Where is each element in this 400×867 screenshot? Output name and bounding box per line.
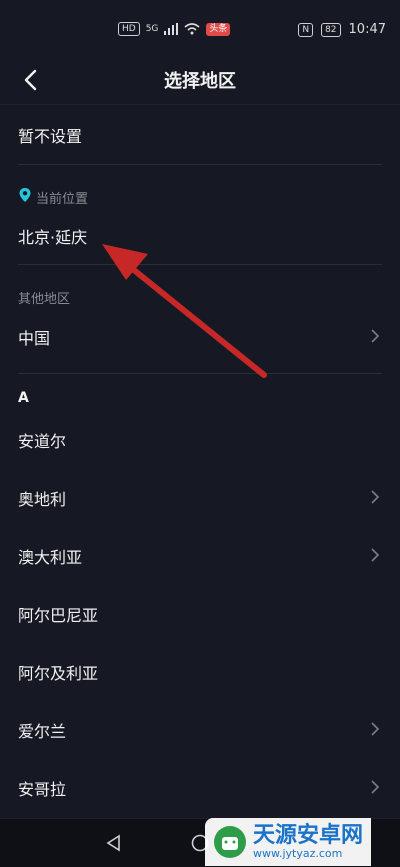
page-title: 选择地区 bbox=[164, 71, 236, 92]
chevron-left-icon bbox=[24, 69, 37, 91]
country-item[interactable]: 安道尔 bbox=[0, 411, 400, 469]
back-button[interactable] bbox=[12, 62, 48, 98]
region-item-china[interactable]: 中国 bbox=[0, 308, 400, 366]
current-location-heading: 当前位置 bbox=[36, 192, 89, 207]
app-notification-badge: 头条 bbox=[206, 22, 231, 36]
chevron-right-icon bbox=[371, 722, 380, 736]
header: 选择地区 bbox=[0, 56, 400, 105]
country-label: 安哥拉 bbox=[18, 780, 67, 799]
country-label: 爱尔兰 bbox=[18, 722, 67, 741]
divider bbox=[18, 264, 382, 265]
chevron-right-icon bbox=[371, 329, 380, 343]
current-location-value: 北京·延庆 bbox=[18, 228, 88, 247]
chevron-right-icon bbox=[371, 490, 380, 504]
country-label: 安道尔 bbox=[18, 432, 67, 451]
country-label: 奥地利 bbox=[18, 490, 67, 509]
country-label: 阿尔巴尼亚 bbox=[18, 606, 99, 625]
current-location-item[interactable]: 北京·延庆 bbox=[0, 207, 400, 265]
status-bar: HD 5G 头条 N 82 10:47 bbox=[0, 0, 400, 56]
time: 10:47 bbox=[348, 22, 386, 37]
chevron-right-icon bbox=[371, 780, 380, 794]
network-type: 5G bbox=[145, 24, 159, 34]
battery-indicator: 82 bbox=[321, 22, 341, 37]
back-triangle-icon[interactable] bbox=[104, 833, 124, 853]
country-item[interactable]: 安哥拉 bbox=[0, 759, 400, 817]
country-label: 阿尔及利亚 bbox=[18, 664, 99, 683]
watermark-url: www.jytyaz.com bbox=[253, 847, 343, 861]
no-setting-label: 暂不设置 bbox=[18, 127, 83, 146]
other-regions-heading: 其他地区 bbox=[18, 292, 71, 307]
android-logo-icon bbox=[214, 826, 246, 858]
country-item[interactable]: 爱尔兰 bbox=[0, 701, 400, 759]
status-right: N 82 10:47 bbox=[298, 22, 386, 37]
nfc-icon: N bbox=[298, 22, 314, 37]
signal-icon bbox=[164, 23, 179, 35]
status-left: HD 5G 头条 bbox=[118, 22, 231, 36]
alpha-index-a: A bbox=[18, 390, 29, 406]
chevron-right-icon bbox=[371, 548, 380, 562]
country-label: 澳大利亚 bbox=[18, 548, 83, 567]
wifi-icon bbox=[184, 23, 200, 35]
divider bbox=[18, 164, 382, 165]
divider bbox=[18, 373, 382, 374]
region-label: 中国 bbox=[18, 329, 51, 348]
hd-indicator: HD bbox=[118, 22, 140, 36]
country-item[interactable]: 澳大利亚 bbox=[0, 527, 400, 585]
country-item[interactable]: 奥地利 bbox=[0, 469, 400, 527]
watermark-title: 天源安卓网 bbox=[253, 822, 364, 848]
country-item[interactable]: 阿尔巴尼亚 bbox=[0, 585, 400, 643]
country-item[interactable]: 阿尔及利亚 bbox=[0, 643, 400, 701]
location-pin-icon bbox=[19, 188, 31, 202]
watermark-logo: 天源安卓网 www.jytyaz.com bbox=[205, 818, 372, 866]
no-setting-option[interactable]: 暂不设置 bbox=[0, 106, 400, 164]
